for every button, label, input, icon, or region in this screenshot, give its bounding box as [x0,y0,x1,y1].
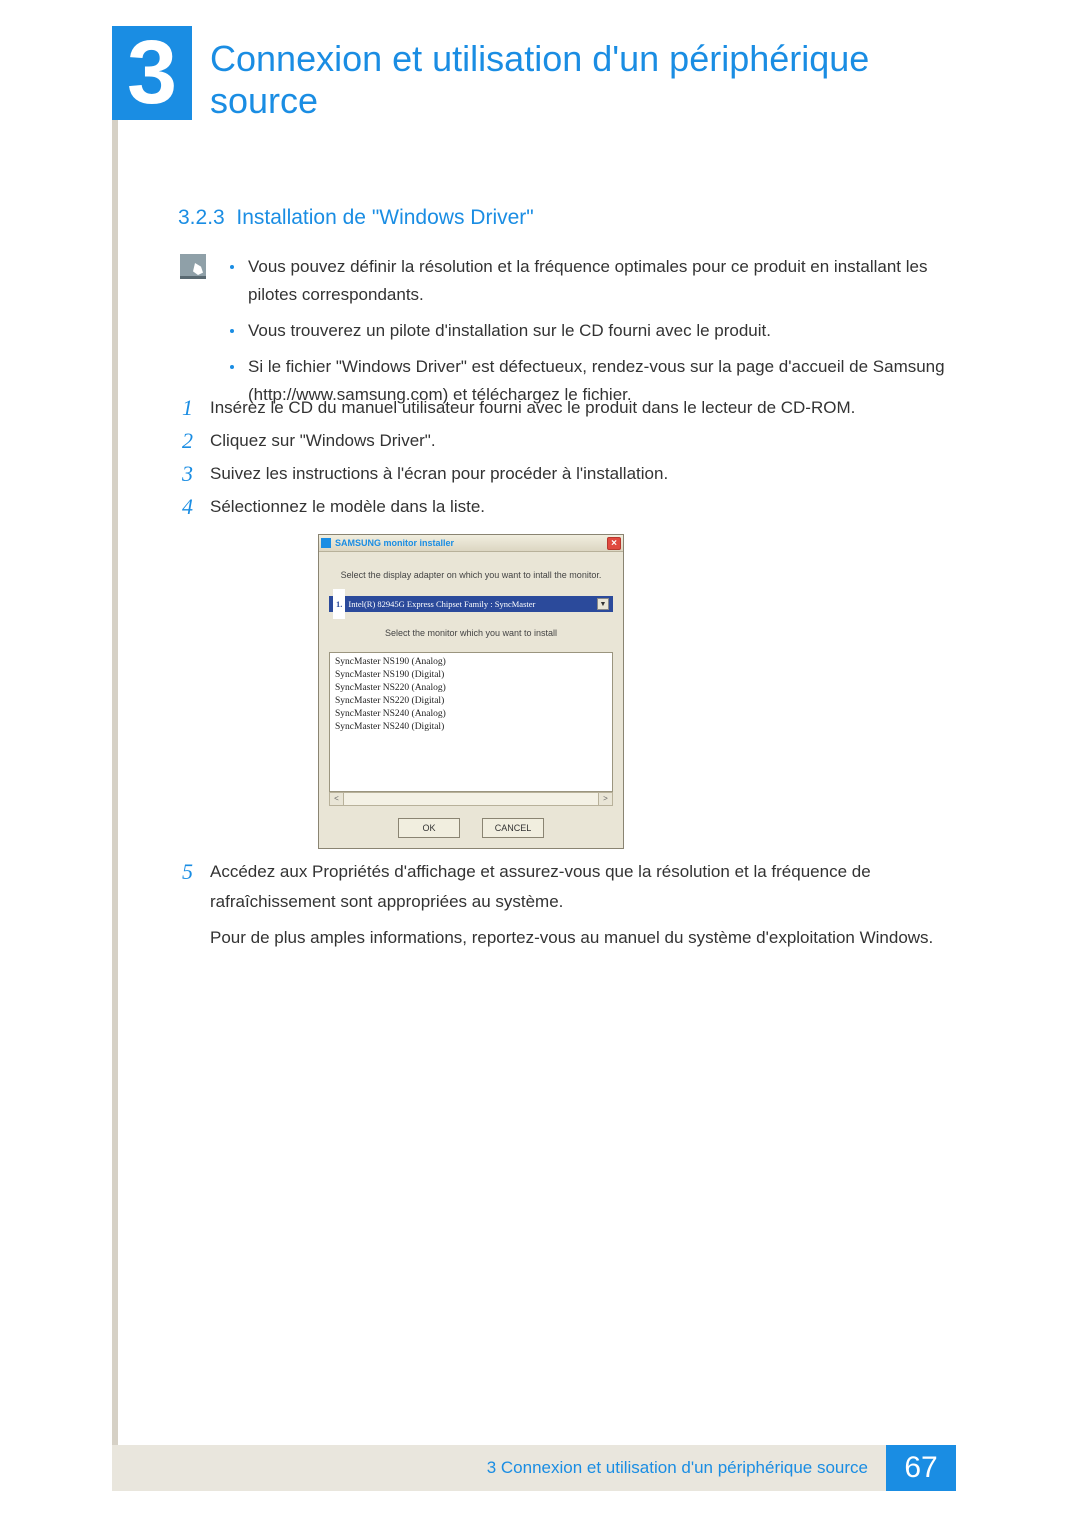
installer-instruction-1: Select the display adapter on which you … [319,560,623,590]
step-5-line2: Pour de plus amples informations, report… [210,923,952,953]
horizontal-scrollbar[interactable]: < > [329,792,613,806]
bullet-icon [230,329,234,333]
step-2: 2 Cliquez sur "Windows Driver". [182,426,952,456]
step-text: Accédez aux Propriétés d'affichage et as… [210,857,952,953]
step-number: 2 [182,426,204,456]
step-number: 3 [182,459,204,489]
step-5-line1: Accédez aux Propriétés d'affichage et as… [210,862,871,911]
adapter-dropdown[interactable]: 1. Intel(R) 82945G Express Chipset Famil… [329,596,613,612]
step-1: 1 Insérez le CD du manuel utilisateur fo… [182,393,952,423]
installer-window: SAMSUNG monitor installer × Select the d… [318,534,624,849]
ok-button[interactable]: OK [398,818,460,838]
step-5: 5 Accédez aux Propriétés d'affichage et … [182,857,952,953]
note-text: Vous trouverez un pilote d'installation … [248,317,771,345]
steps-list: 1 Insérez le CD du manuel utilisateur fo… [182,393,952,956]
scroll-right-icon[interactable]: > [598,793,612,805]
list-item[interactable]: SyncMaster NS190 (Digital) [335,669,607,682]
section-heading: Installation de "Windows Driver" [236,206,533,229]
installer-body: Select the display adapter on which you … [319,560,623,848]
note-item: Vous pouvez définir la résolution et la … [230,253,950,309]
step-text: Cliquez sur "Windows Driver". [210,426,952,456]
bullet-icon [230,365,234,369]
note-icon [180,254,206,279]
installer-title: SAMSUNG monitor installer [335,528,454,558]
section-title: 3.2.3 Installation de "Windows Driver" [178,206,534,230]
chevron-down-icon[interactable]: ▼ [597,598,609,610]
footer-label: 3 Connexion et utilisation d'un périphér… [112,1445,886,1491]
page-number: 67 [886,1445,956,1491]
monitor-listbox[interactable]: SyncMaster NS190 (Analog) SyncMaster NS1… [329,652,613,792]
bullet-icon [230,265,234,269]
installer-titlebar: SAMSUNG monitor installer × [319,535,623,552]
list-item[interactable]: SyncMaster NS220 (Analog) [335,682,607,695]
step-3: 3 Suivez les instructions à l'écran pour… [182,459,952,489]
dropdown-selected: Intel(R) 82945G Express Chipset Family :… [348,589,535,619]
chapter-title: Connexion et utilisation d'un périphériq… [210,38,950,122]
window-icon [321,538,331,548]
list-item[interactable]: SyncMaster NS220 (Digital) [335,695,607,708]
note-text: Vous pouvez définir la résolution et la … [248,253,950,309]
installer-instruction-2: Select the monitor which you want to ins… [319,618,623,648]
scroll-track[interactable] [344,793,598,805]
installer-screenshot: SAMSUNG monitor installer × Select the d… [318,534,624,849]
installer-button-row: OK CANCEL [319,812,623,848]
step-text: Suivez les instructions à l'écran pour p… [210,459,952,489]
dropdown-index: 1. [333,589,345,619]
list-item[interactable]: SyncMaster NS240 (Digital) [335,721,607,734]
step-number: 1 [182,393,204,423]
section-number: 3.2.3 [178,206,225,229]
list-item[interactable]: SyncMaster NS190 (Analog) [335,656,607,669]
side-stripe [112,26,118,1491]
list-item[interactable]: SyncMaster NS240 (Analog) [335,708,607,721]
step-4: 4 Sélectionnez le modèle dans la liste. [182,492,952,522]
note-item: Vous trouverez un pilote d'installation … [230,317,950,345]
chapter-number-box: 3 [112,26,192,120]
step-text: Sélectionnez le modèle dans la liste. [210,492,952,522]
cancel-button[interactable]: CANCEL [482,818,544,838]
step-number: 4 [182,492,204,522]
step-text: Insérez le CD du manuel utilisateur four… [210,393,952,423]
step-number: 5 [182,857,204,953]
scroll-left-icon[interactable]: < [330,793,344,805]
close-icon[interactable]: × [607,537,621,550]
page-footer: 3 Connexion et utilisation d'un périphér… [112,1445,956,1491]
